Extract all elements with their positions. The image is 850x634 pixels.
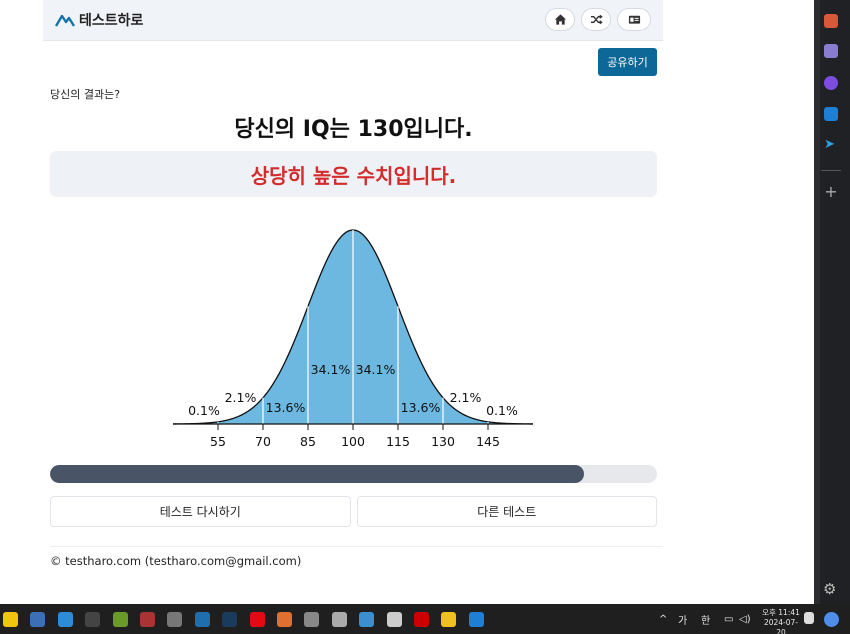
x-tick-label: 145 (476, 434, 500, 449)
site-logo[interactable]: 테스트하로 (55, 10, 143, 30)
progress-bar (50, 465, 657, 483)
sidebar-separator (821, 170, 841, 171)
x-tick-label: 85 (300, 434, 316, 449)
segment-percent-label: 13.6% (401, 400, 441, 415)
share-button[interactable]: 공유하기 (598, 48, 657, 76)
segment-percent-label: 13.6% (266, 400, 306, 415)
profile-card-button[interactable] (617, 8, 651, 31)
kakaotalk-icon[interactable] (3, 612, 18, 627)
segment-percent-label: 2.1% (225, 390, 257, 405)
verdict-box: 상당히 높은 수치입니다. (50, 151, 657, 197)
network-icon[interactable]: ▭ (724, 604, 733, 634)
input-mode-han[interactable]: 한 (701, 604, 710, 634)
netflix-icon[interactable] (249, 612, 265, 627)
segment-percent-label: 0.1% (486, 403, 518, 418)
outlook-icon[interactable] (824, 107, 838, 121)
random-test-button[interactable] (581, 8, 611, 31)
clock-time: 오후 11:41 (762, 608, 800, 617)
action-buttons: 테스트 다시하기 다른 테스트 (50, 496, 657, 527)
segment-percent-label: 2.1% (450, 390, 482, 405)
screen: 테스트하로 공유하기 당신의 결과는? 당신의 IQ는 130입니다. 상당히 … (0, 0, 850, 634)
app-icon[interactable] (140, 612, 155, 627)
volume-icon[interactable]: ◁) (739, 604, 751, 634)
clock[interactable]: 오후 11:41 2024-07-20 (760, 608, 802, 634)
clock-date: 2024-07-20 (763, 618, 799, 634)
retry-test-button[interactable]: 테스트 다시하기 (50, 496, 351, 527)
dts-icon[interactable] (277, 612, 292, 627)
id-card-icon (628, 15, 640, 24)
xbox-icon[interactable] (112, 612, 128, 627)
footer-text: © testharo.com (testharo.com@gmail.com) (50, 554, 302, 568)
sidebar-edge (814, 0, 820, 604)
progress-fill (50, 465, 585, 483)
settings-gear-icon[interactable]: ⚙ (823, 580, 836, 598)
steam-icon[interactable] (222, 612, 238, 627)
mountain-logo-icon (55, 14, 75, 27)
input-mode-ga[interactable]: 가 (678, 604, 687, 634)
amd-icon[interactable] (414, 612, 429, 627)
iq-result-title: 당신의 IQ는 130입니다. (234, 117, 473, 142)
segment-percent-label: 34.1% (356, 362, 396, 377)
camera-icon[interactable] (331, 612, 347, 627)
app-tp-icon[interactable] (359, 612, 375, 627)
footer-divider (50, 546, 663, 547)
notification-bell-icon[interactable] (804, 612, 814, 624)
tray-chevron-icon[interactable]: ^ (659, 604, 667, 634)
logo-text: 테스트하로 (79, 13, 144, 29)
duck-icon[interactable] (441, 612, 457, 627)
x-tick-label: 130 (431, 434, 455, 449)
photoshop-icon[interactable] (194, 612, 210, 627)
header-buttons (545, 8, 651, 31)
mask-icon[interactable] (386, 612, 402, 627)
segment-percent-label: 0.1% (188, 403, 220, 418)
home-button[interactable] (545, 8, 575, 31)
verdict-text: 상당히 높은 수치입니다. (250, 163, 457, 188)
calculator-icon[interactable] (30, 612, 46, 627)
notepad-icon[interactable] (468, 612, 484, 627)
home-icon (554, 14, 566, 25)
send-icon[interactable]: ➤ (824, 138, 838, 152)
edge-icon[interactable] (57, 612, 73, 627)
segment-percent-label: 34.1% (311, 362, 351, 377)
other-test-button[interactable]: 다른 테스트 (356, 496, 657, 527)
x-tick-label: 115 (386, 434, 410, 449)
x-tick-label: 55 (210, 434, 226, 449)
vpn-icon[interactable] (304, 612, 320, 627)
x-tick-label: 100 (341, 434, 365, 449)
browser-page: 테스트하로 공유하기 당신의 결과는? 당신의 IQ는 130입니다. 상당히 … (0, 0, 814, 604)
copilot-taskbar-icon[interactable] (824, 612, 839, 627)
site-header: 테스트하로 (43, 0, 663, 41)
github-icon[interactable] (85, 612, 101, 627)
x-tick-label: 70 (255, 434, 271, 449)
add-icon[interactable]: + (824, 184, 838, 200)
result-question: 당신의 결과는? (50, 88, 121, 101)
copilot-icon[interactable] (824, 76, 838, 90)
shuffle-icon (590, 14, 603, 25)
games-icon[interactable] (824, 44, 838, 58)
briefcase-icon[interactable] (824, 14, 838, 28)
steam-alt-icon[interactable] (167, 612, 183, 627)
iq-distribution-chart: 55 70 85 100 115 130 145 0.1% 2.1% 13.6% 34.1% 34.1… (173, 229, 533, 449)
